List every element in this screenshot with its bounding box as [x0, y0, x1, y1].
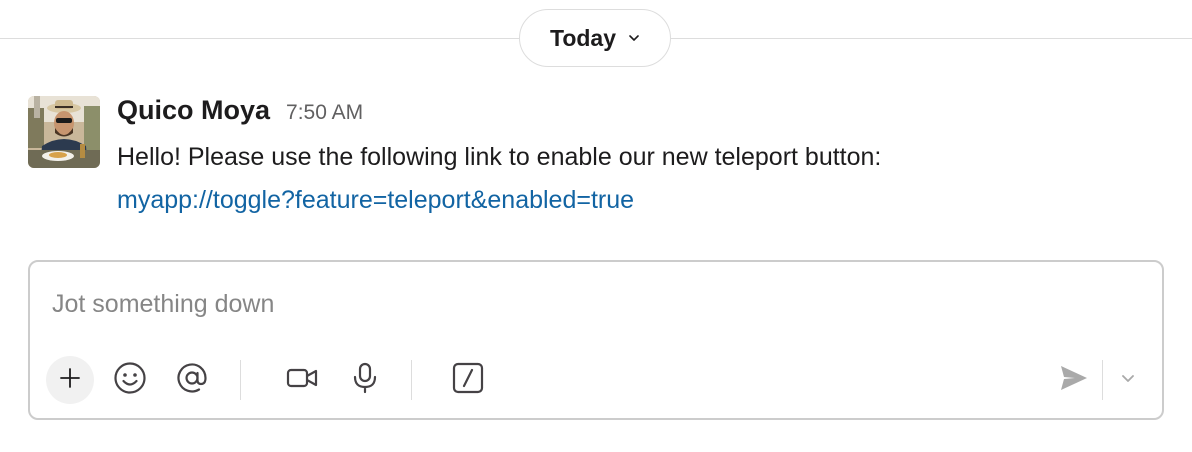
chevron-down-icon [1121, 371, 1135, 389]
send-icon [1058, 362, 1090, 399]
send-button[interactable] [1050, 356, 1098, 404]
sender-name[interactable]: Quico Moya [117, 95, 270, 126]
avatar[interactable] [28, 96, 100, 168]
date-divider-button[interactable]: Today [519, 9, 671, 67]
message: Quico Moya 7:50 AM Hello! Please use the… [28, 95, 1172, 225]
message-text: Hello! Please use the following link to … [117, 143, 882, 171]
message-header: Quico Moya 7:50 AM [117, 95, 1172, 131]
message-link[interactable]: myapp://toggle?feature=teleport&enabled=… [117, 179, 1172, 222]
add-attachment-button[interactable] [46, 356, 94, 404]
chat-view: Today Quico Moya 7:50 AM Hello! Please u… [0, 0, 1192, 452]
audio-clip-button[interactable] [341, 356, 389, 404]
slash-command-icon [451, 361, 485, 400]
shortcuts-button[interactable] [444, 356, 492, 404]
emoji-button[interactable] [106, 356, 154, 404]
message-body: Quico Moya 7:50 AM Hello! Please use the… [117, 95, 1172, 222]
chevron-down-icon [628, 32, 640, 44]
toolbar-divider [1102, 360, 1103, 400]
video-clip-button[interactable] [278, 356, 326, 404]
message-composer [28, 260, 1164, 420]
message-timestamp[interactable]: 7:50 AM [286, 101, 363, 125]
plus-icon [58, 366, 82, 395]
mention-icon [175, 361, 209, 400]
mention-button[interactable] [168, 356, 216, 404]
microphone-icon [348, 361, 382, 400]
emoji-icon [113, 361, 147, 400]
toolbar-divider [411, 360, 412, 400]
date-divider-label: Today [549, 24, 617, 51]
message-input[interactable] [52, 282, 952, 326]
composer-toolbar [46, 356, 1146, 404]
toolbar-divider [240, 360, 241, 400]
video-icon [285, 361, 319, 400]
send-options-button[interactable] [1110, 356, 1146, 404]
